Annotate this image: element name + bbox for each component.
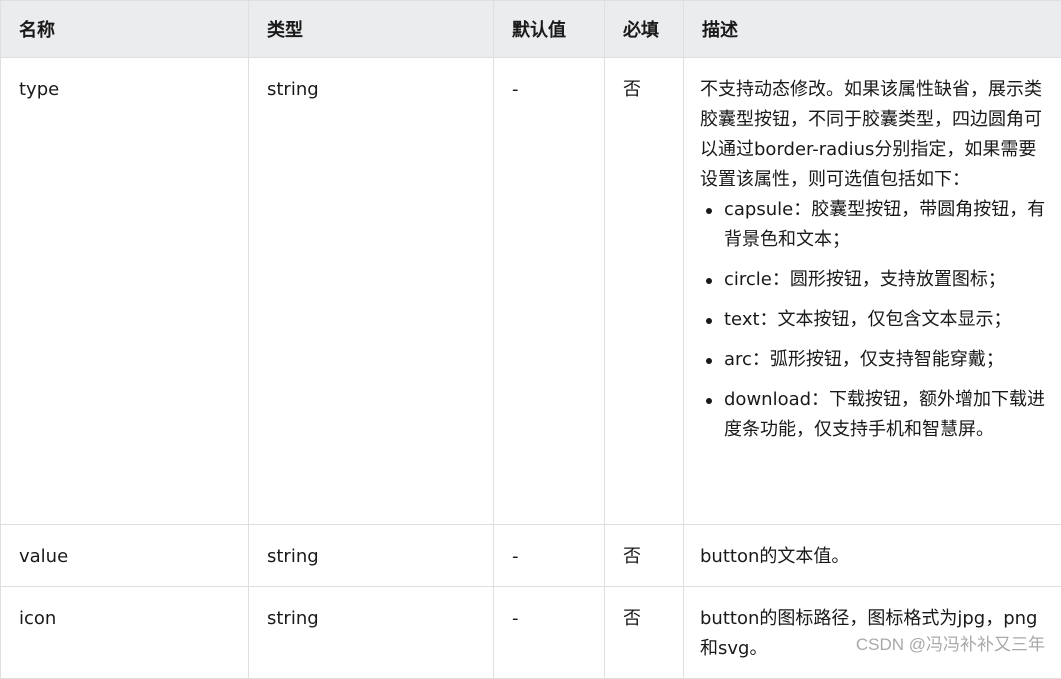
header-name: 名称 (1, 1, 249, 58)
list-item: capsule：胶囊型按钮，带圆角按钮，有背景色和文本； (724, 195, 1052, 255)
list-item: download：下载按钮，额外增加下载进度条功能，仅支持手机和智慧屏。 (724, 385, 1052, 445)
cell-required: 否 (605, 587, 684, 679)
header-required: 必填 (605, 1, 684, 58)
bullet-icon (706, 358, 712, 364)
header-default: 默认值 (494, 1, 605, 58)
cell-name: type (1, 58, 249, 525)
cell-required: 否 (605, 525, 684, 587)
list-item: circle：圆形按钮，支持放置图标； (724, 265, 1052, 295)
header-description: 描述 (684, 1, 1061, 58)
option-text: download：下载按钮，额外增加下载进度条功能，仅支持手机和智慧屏。 (724, 389, 1045, 440)
option-text: circle：圆形按钮，支持放置图标； (724, 269, 1006, 290)
bullet-icon (706, 278, 712, 284)
option-text: capsule：胶囊型按钮，带圆角按钮，有背景色和文本； (724, 199, 1045, 250)
cell-default: - (494, 587, 605, 679)
attributes-table: 名称 类型 默认值 必填 描述 type string - 否 不支持动态修改。… (0, 0, 1061, 679)
table-row: type string - 否 不支持动态修改。如果该属性缺省，展示类胶囊型按钮… (1, 58, 1061, 525)
options-list: capsule：胶囊型按钮，带圆角按钮，有背景色和文本； circle：圆形按钮… (700, 195, 1052, 445)
bullet-icon (706, 208, 712, 214)
header-type: 类型 (249, 1, 494, 58)
list-item: arc：弧形按钮，仅支持智能穿戴； (724, 345, 1052, 375)
cell-required: 否 (605, 58, 684, 525)
cell-default: - (494, 58, 605, 525)
list-item: text：文本按钮，仅包含文本显示； (724, 305, 1052, 335)
cell-default: - (494, 525, 605, 587)
option-text: arc：弧形按钮，仅支持智能穿戴； (724, 349, 1004, 370)
table-row: value string - 否 button的文本值。 (1, 525, 1061, 587)
cell-type: string (249, 525, 494, 587)
cell-description: 不支持动态修改。如果该属性缺省，展示类胶囊型按钮，不同于胶囊类型，四边圆角可以通… (684, 58, 1061, 525)
description-text: 不支持动态修改。如果该属性缺省，展示类胶囊型按钮，不同于胶囊类型，四边圆角可以通… (700, 75, 1052, 195)
cell-type: string (249, 58, 494, 525)
cell-name: value (1, 525, 249, 587)
bullet-icon (706, 398, 712, 404)
option-text: text：文本按钮，仅包含文本显示； (724, 309, 1012, 330)
cell-description: button的文本值。 (684, 525, 1061, 587)
cell-name: icon (1, 587, 249, 679)
watermark: CSDN @冯冯补补又三年 (856, 630, 1045, 655)
cell-type: string (249, 587, 494, 679)
table-header-row: 名称 类型 默认值 必填 描述 (1, 1, 1061, 58)
bullet-icon (706, 318, 712, 324)
